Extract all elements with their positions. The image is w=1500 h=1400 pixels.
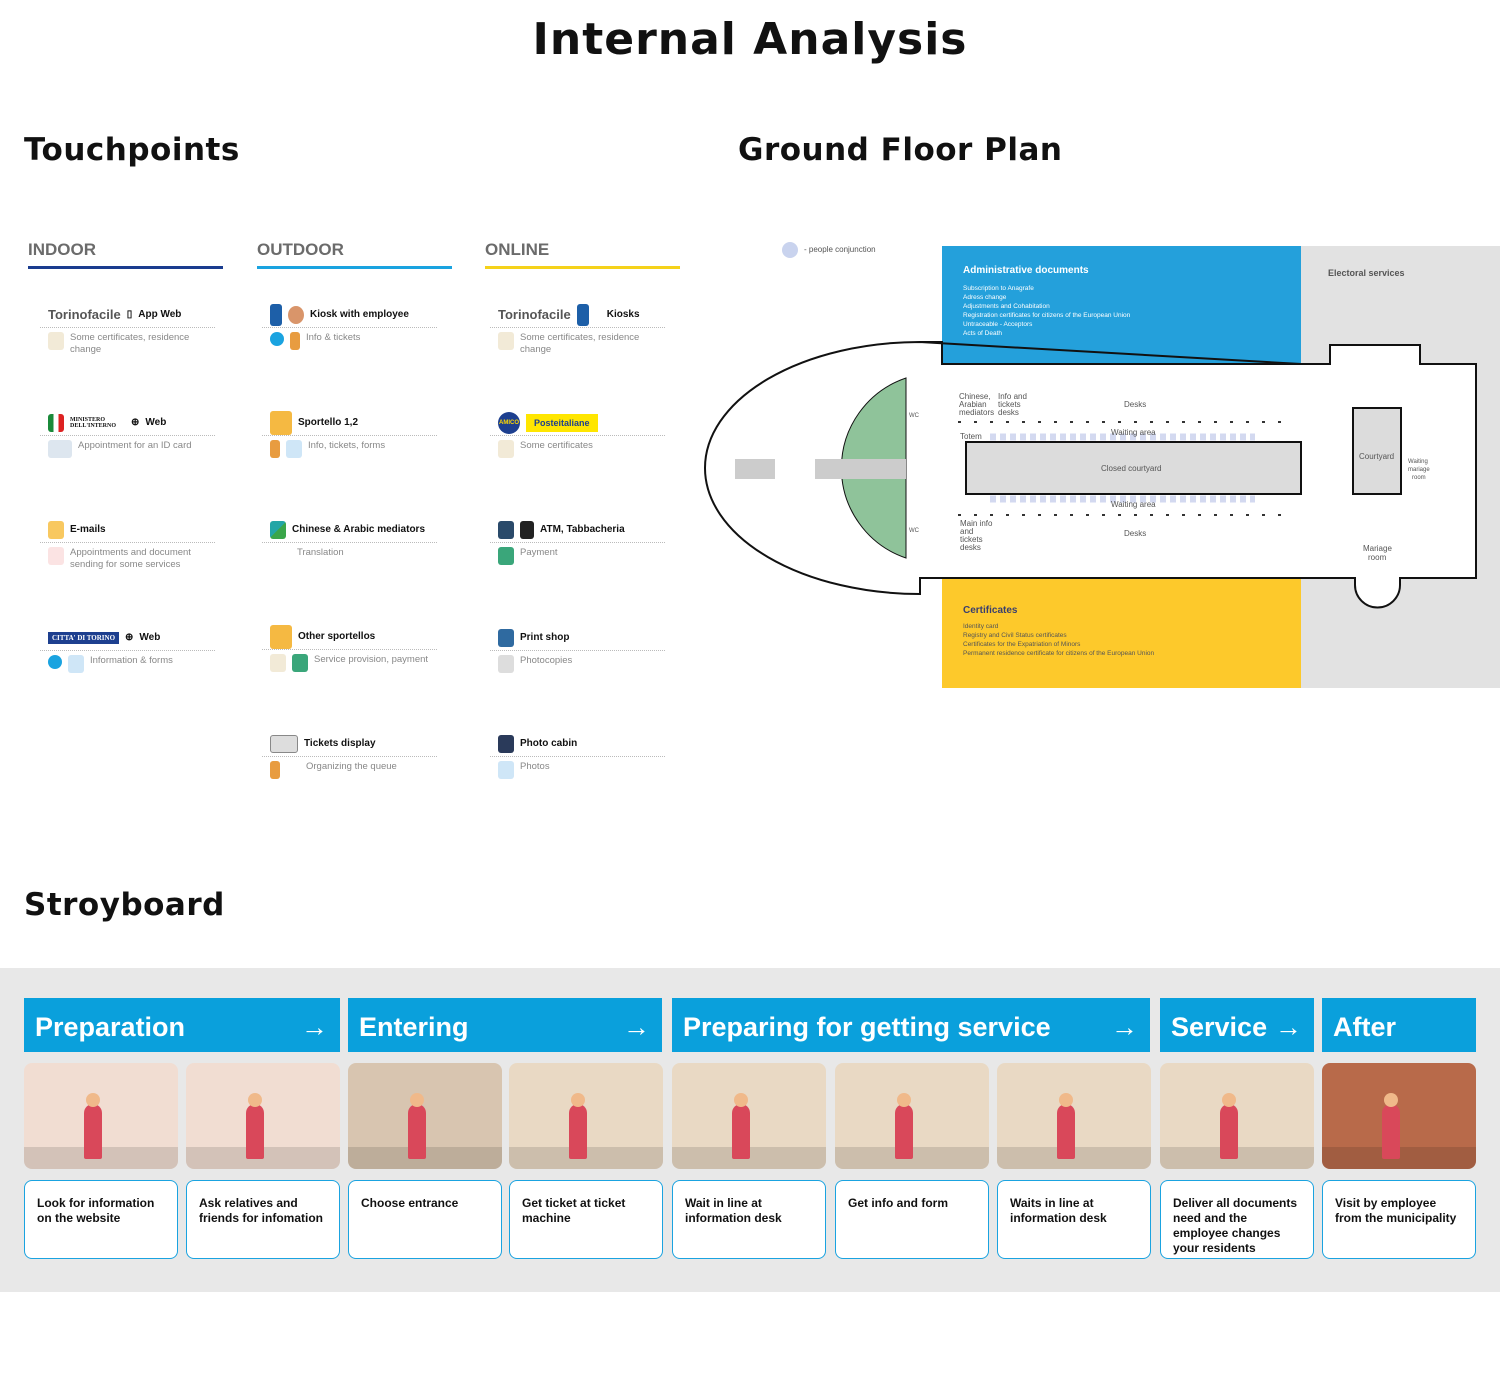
phase-after: After [1322, 998, 1476, 1052]
storyboard-illustration [509, 1063, 663, 1169]
svg-text:Desks: Desks [1124, 400, 1146, 409]
storyboard-step-caption: Look for information on the website [24, 1180, 178, 1259]
svg-text:mediators: mediators [959, 408, 994, 417]
svg-text:Waiting area: Waiting area [1111, 500, 1156, 509]
svg-text:Adjustments and Cohabitation: Adjustments and Cohabitation [963, 303, 1050, 310]
storyboard-illustration [672, 1063, 826, 1169]
svg-text:WC: WC [909, 528, 920, 534]
legend-label: - people conjunction [804, 245, 876, 254]
arrow-right-icon: → [623, 1012, 650, 1042]
svg-text:Certificates for the Expatriat: Certificates for the Expatriation of Min… [963, 641, 1081, 648]
storyboard-illustration [835, 1063, 989, 1169]
svg-text:Waiting: Waiting [1408, 459, 1428, 465]
svg-text:desks: desks [998, 408, 1019, 417]
touchpoint-photo-cabin: Photo cabin Photos [490, 731, 665, 779]
svg-text:Registration certificates for: Registration certificates for citizens o… [963, 312, 1131, 319]
storyboard-step-caption: Visit by employee from the municipality [1322, 1180, 1476, 1259]
storyboard-illustration [186, 1063, 340, 1169]
svg-text:Subscription to Anagrafe: Subscription to Anagrafe [963, 285, 1034, 292]
camera-icon [498, 734, 514, 753]
svg-text:Adress change: Adress change [963, 294, 1007, 301]
electoral-title: Electoral services [1328, 268, 1405, 278]
svg-text:Permanent residence certificat: Permanent residence certificate for citi… [963, 650, 1155, 657]
arrow-right-icon: → [1275, 1012, 1302, 1042]
storyboard-step-caption: Deliver all documents need and the emplo… [1160, 1180, 1314, 1259]
admin-title: Administrative documents [963, 265, 1089, 276]
storyboard-illustration [24, 1063, 178, 1169]
phase-entering: Entering → [348, 998, 662, 1052]
floor-plan: - people conjunction Administrative docu… [704, 242, 1500, 688]
touchpoint-tickets-display: Tickets display Organizing the queue [262, 731, 437, 779]
display-icon [270, 734, 298, 753]
certificates-title: Certificates [963, 605, 1018, 616]
storyboard-step-caption: Choose entrance [348, 1180, 502, 1259]
courtyard [1352, 407, 1402, 495]
svg-text:WC: WC [909, 413, 920, 419]
storyboard-step-caption: Waits in line at information desk [997, 1180, 1151, 1259]
storyboard-step-caption: Get info and form [835, 1180, 989, 1259]
arrow-right-icon: → [301, 1012, 328, 1042]
ticket-icon [270, 761, 280, 779]
svg-text:Acts of Death: Acts of Death [963, 330, 1002, 337]
svg-text:room: room [1412, 475, 1426, 481]
storyboard-illustration [1322, 1063, 1476, 1169]
svg-text:mariage: mariage [1408, 467, 1430, 473]
phase-service: Service → [1160, 998, 1314, 1052]
phase-preparation: Preparation → [24, 998, 340, 1052]
arrow-right-icon: → [1111, 1012, 1138, 1042]
storyboard-illustration [348, 1063, 502, 1169]
svg-text:Closed courtyard: Closed courtyard [1101, 464, 1161, 473]
storyboard-heading: Stroyboard [24, 887, 225, 923]
phase-preparing: Preparing for getting service → [672, 998, 1150, 1052]
svg-text:Identity card: Identity card [963, 623, 999, 630]
svg-text:Courtyard: Courtyard [1359, 452, 1394, 461]
svg-text:Totem: Totem [960, 432, 982, 441]
storyboard-illustration [997, 1063, 1151, 1169]
svg-text:Registry and Civil Status cert: Registry and Civil Status certificates [963, 632, 1067, 639]
svg-text:Desks: Desks [1124, 529, 1146, 538]
svg-text:desks: desks [960, 543, 981, 552]
svg-text:Mariage: Mariage [1363, 544, 1392, 553]
storyboard-illustration [1160, 1063, 1314, 1169]
storyboard-step-caption: Wait in line at information desk [672, 1180, 826, 1259]
svg-text:room: room [1368, 553, 1387, 562]
photo-icon [498, 761, 514, 779]
storyboard-step-caption: Get ticket at ticket machine [509, 1180, 663, 1259]
storyboard-step-caption: Ask relatives and friends for infomation [186, 1180, 340, 1259]
people-legend-icon [782, 242, 798, 258]
svg-text:Untraceable - Acceptors: Untraceable - Acceptors [963, 321, 1033, 328]
svg-text:Waiting area: Waiting area [1111, 428, 1156, 437]
